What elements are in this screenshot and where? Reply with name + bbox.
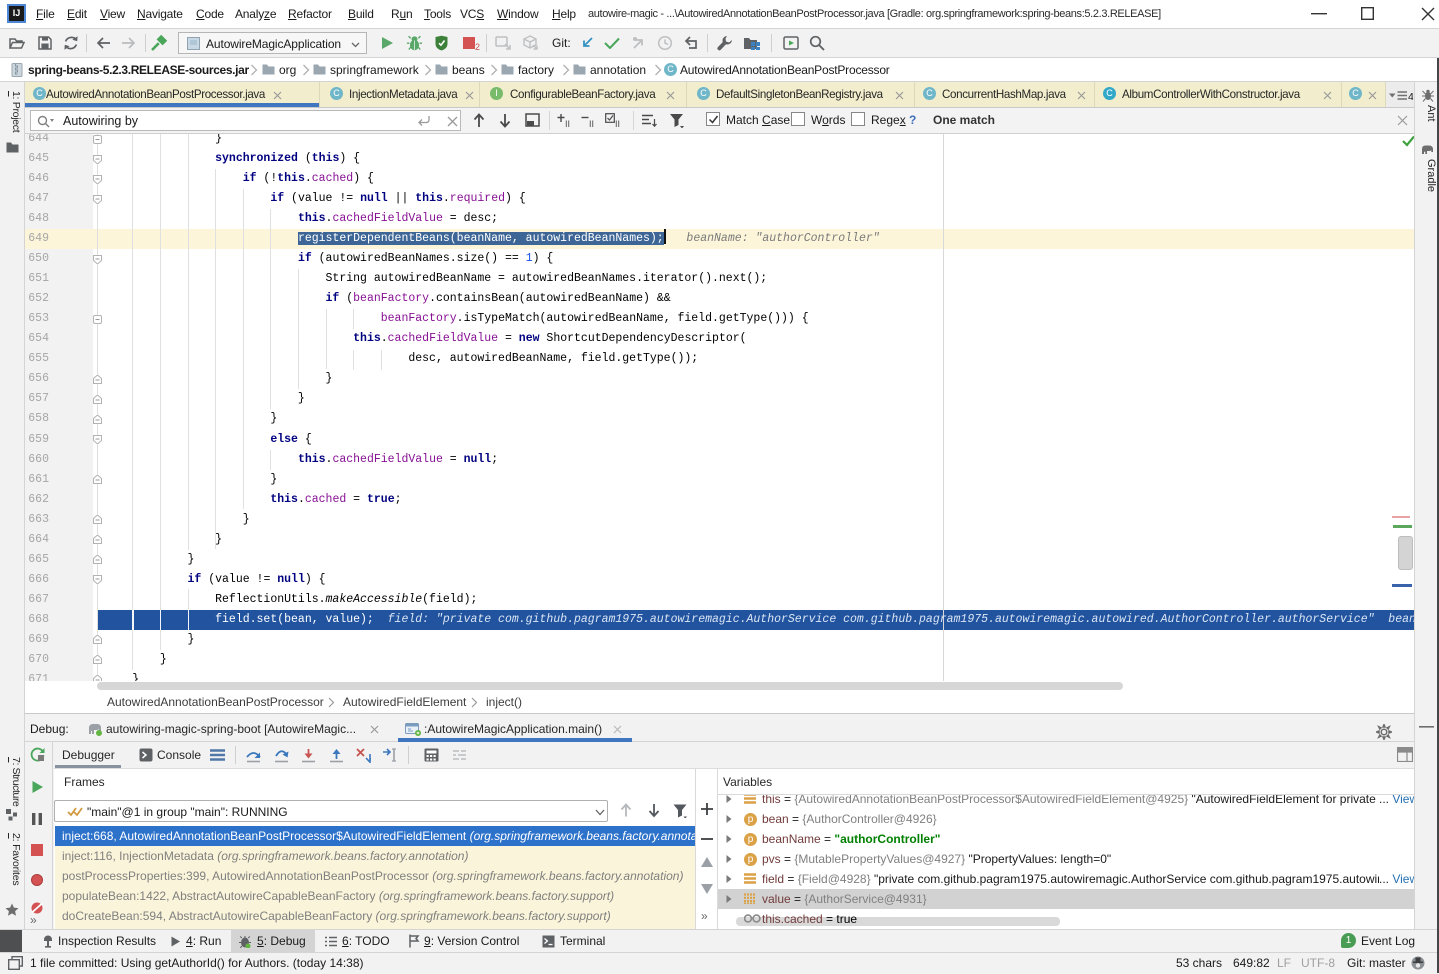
svg-text:II: II (589, 119, 594, 128)
svg-text:II: II (615, 119, 620, 128)
svg-text:4: 4 (1408, 91, 1413, 102)
svg-text:II: II (565, 119, 570, 128)
